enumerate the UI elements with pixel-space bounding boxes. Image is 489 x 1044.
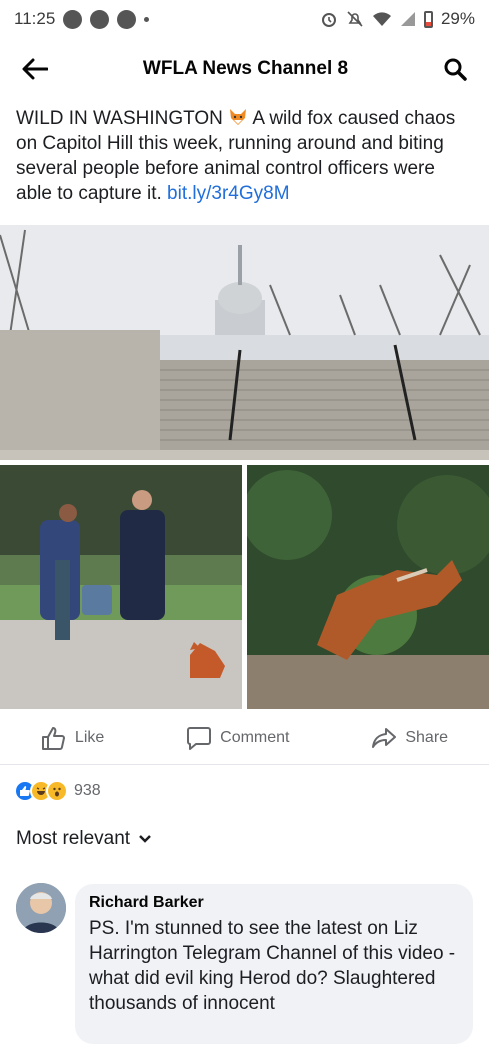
post-photo-fox[interactable] [247,465,489,709]
comment-author[interactable]: Richard Barker [89,894,459,912]
app-notification-icon [117,9,137,29]
wifi-icon [372,12,391,26]
reaction-count: 938 [74,782,101,799]
clock: 11:25 [14,9,56,28]
share-button[interactable]: Share [371,726,448,750]
comment-sort-dropdown[interactable]: Most relevant [16,828,152,850]
mute-icon [347,11,363,27]
thumbs-up-icon [41,727,65,750]
alarm-icon [321,13,336,27]
status-bar: 11:25 29% [0,0,489,38]
post-link[interactable]: bit.ly/3r4Gy8M [167,183,289,204]
post-actions: Like Comment Share [0,712,489,765]
app-notification-icon [90,9,110,29]
chevron-down-icon [139,835,151,843]
comment-text: PS. I'm stunned to see the latest on Liz… [89,918,456,1014]
comment-label: Comment [220,729,290,746]
battery-icon [423,10,433,28]
search-icon[interactable] [443,57,467,81]
comment-bubble: Richard Barker PS. I'm stunned to see th… [75,884,473,1044]
signal-icon [400,12,415,26]
wow-reaction-icon [46,780,68,802]
comment-button[interactable]: Comment [186,726,290,750]
fox-emoji-icon [230,109,247,125]
like-label: Like [74,729,105,746]
messenger-icon [63,9,83,29]
like-button[interactable]: Like [41,726,104,750]
share-icon [372,728,397,748]
back-arrow-icon[interactable] [22,58,48,80]
post-headline: WILD IN WASHINGTON [16,108,223,129]
post-text: WILD IN WASHINGTON A wild fox caused cha… [16,106,476,206]
page-title: WFLA News Channel 8 [142,58,349,79]
reaction-summary[interactable]: 938 [14,780,101,802]
post-photo-officers[interactable] [0,465,242,709]
sort-label: Most relevant [16,828,131,849]
more-notifications-icon [144,16,150,22]
avatar[interactable] [16,883,66,933]
post-photo-capitol[interactable] [0,225,489,460]
app-header: WFLA News Channel 8 [0,38,489,100]
share-label: Share [405,729,449,746]
comment-icon [187,727,212,750]
battery-percent: 29% [440,9,475,28]
